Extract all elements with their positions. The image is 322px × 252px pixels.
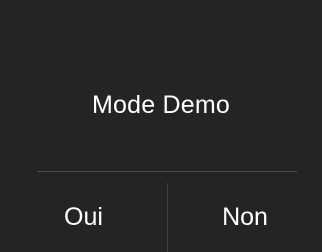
dialog-title: Mode Demo — [92, 91, 230, 119]
demo-mode-dialog: Mode Demo Oui Non — [0, 0, 322, 252]
yes-button[interactable]: Oui — [0, 182, 167, 252]
horizontal-divider — [37, 171, 297, 172]
no-button[interactable]: Non — [168, 182, 322, 252]
